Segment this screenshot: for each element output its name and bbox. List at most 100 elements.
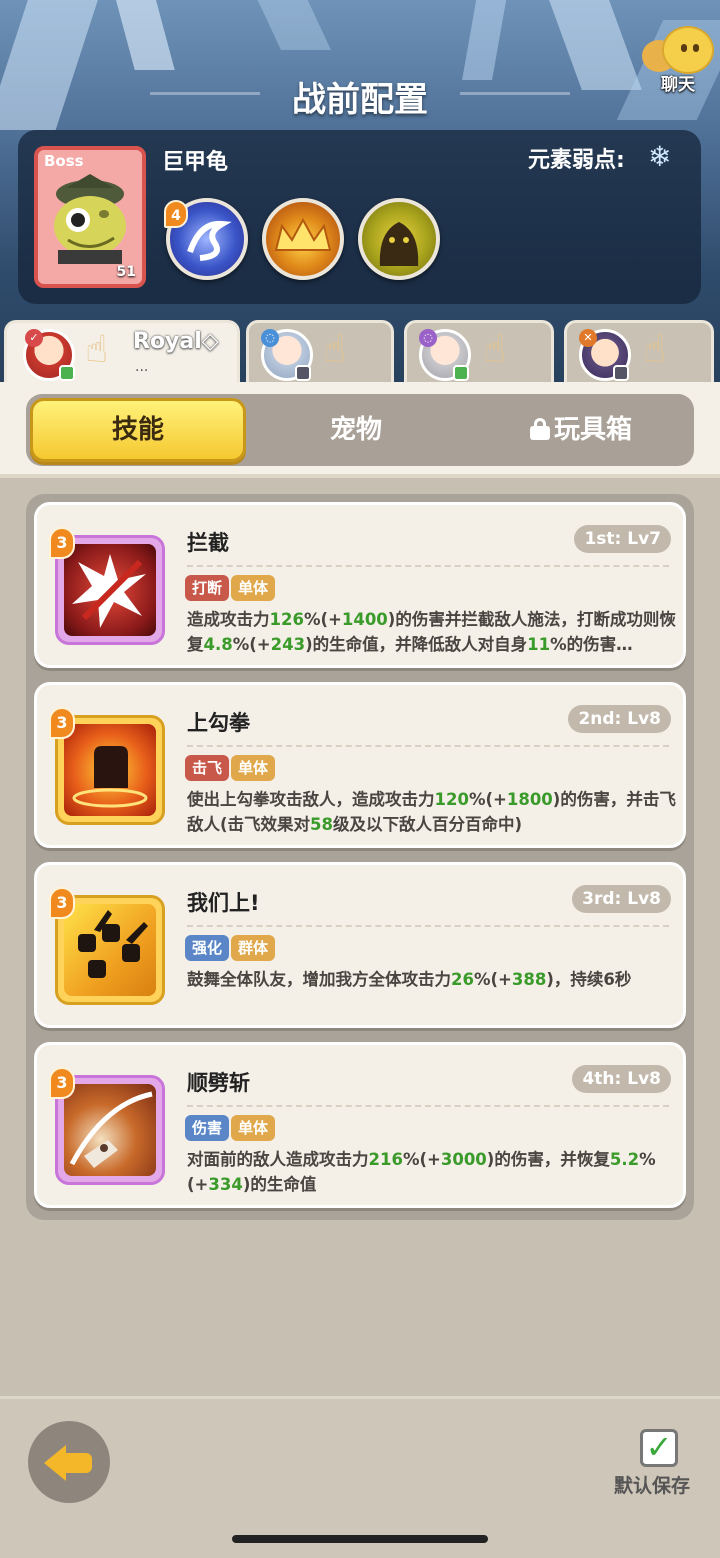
desc-text: 对面前的敌人造成攻击力	[187, 1150, 369, 1169]
highlight-value: 388	[511, 970, 547, 989]
equip-status-icon	[59, 365, 75, 381]
equip-status-icon	[295, 365, 311, 381]
desc-text: )的伤害，并恢复	[486, 1150, 610, 1169]
desc-text: %(+	[473, 970, 512, 989]
page-title: 战前配置	[292, 80, 428, 120]
home-indicator[interactable]	[232, 1535, 488, 1543]
skill-tag: 击飞	[185, 755, 230, 781]
class-badge-icon: ✕	[579, 329, 597, 347]
desc-text: %的伤害…	[550, 635, 633, 654]
skill-rank-badge: 3rd: Lv8	[572, 885, 671, 913]
highlight-value: 58	[310, 815, 334, 834]
skill-rank-badge: 2nd: Lv8	[568, 705, 671, 733]
skill-description: 造成攻击力126%(+1400)的伤害并拦截敌人施法，打断成功则恢复4.8%(+…	[187, 607, 679, 657]
crown-flame-skill-icon[interactable]	[262, 198, 344, 280]
skill-description: 鼓舞全体队友，增加我方全体攻击力26%(+388)，持续6秒	[187, 967, 679, 992]
skill-card[interactable]: 3 顺劈斩 4th: Lv8 伤害 单体 对面前的敌人造成攻击力216%(+300…	[34, 1042, 686, 1208]
hero-tab-2[interactable]: ◌ ☝	[246, 320, 394, 382]
skill-tags: 强化 群体	[185, 935, 277, 961]
class-badge-icon: ◌	[261, 329, 279, 347]
skill-tag: 强化	[185, 935, 230, 961]
highlight-value: 243	[270, 635, 306, 654]
skill-tags: 伤害 单体	[185, 1115, 277, 1141]
equip-status-icon	[453, 365, 469, 381]
skill-card[interactable]: 3 拦截 1st: Lv7 打断 单体 造成攻击力126%(+1400)的伤害并拦…	[34, 502, 686, 668]
chat-button[interactable]: 聊天	[636, 22, 720, 96]
skill-tag: 伤害	[185, 1115, 230, 1141]
boss-tag: Boss	[44, 152, 84, 170]
skill-level-badge: 3	[49, 887, 75, 919]
tab-pets[interactable]: 宠物	[256, 398, 456, 462]
skill-card[interactable]: 3 上勾拳 2nd: Lv8 击飞 单体 使出上勾拳攻击敌人，造成攻击力120%(…	[34, 682, 686, 848]
hero-tab-4[interactable]: ✕ ☝	[564, 320, 714, 382]
skill-level-badge: 3	[49, 1067, 75, 1099]
back-arrow-icon	[44, 1445, 66, 1481]
desc-text: )的生命值，并降低敌人对自身	[305, 635, 528, 654]
desc-text: %(+	[468, 790, 507, 809]
hero-more-dots: ...	[135, 359, 149, 375]
desc-text: 使出上勾拳攻击敌人，造成攻击力	[187, 790, 435, 809]
skill-level-badge: 4	[164, 200, 188, 228]
pointing-hand-icon: ☝	[323, 327, 347, 371]
default-save-checkbox[interactable]: ✓	[640, 1429, 678, 1467]
back-arrow-tail	[64, 1453, 92, 1473]
lock-icon	[529, 418, 550, 440]
class-badge-icon: ✓	[25, 329, 43, 347]
skill-name: 上勾拳	[187, 711, 250, 735]
skill-tag: 打断	[185, 575, 230, 601]
skill-card[interactable]: 3 我们上! 3rd: Lv8 强化 群体 鼓舞全体队友，增加我方全体攻击力26%…	[34, 862, 686, 1028]
default-save-label: 默认保存	[614, 1475, 691, 1497]
slash-burst-icon	[64, 544, 156, 636]
boss-portrait-card[interactable]: Boss 51	[34, 146, 146, 288]
skill-tag: 单体	[231, 755, 276, 781]
highlight-value: 11	[527, 635, 551, 654]
hero-name: Royal◇	[133, 329, 219, 354]
class-badge-icon: ◌	[419, 329, 437, 347]
skill-name: 我们上!	[187, 891, 260, 915]
highlight-value: 216	[368, 1150, 403, 1169]
chat-bubble-icon	[662, 26, 714, 74]
desc-text: 鼓舞全体队友，增加我方全体攻击力	[187, 970, 451, 989]
skill-tag: 群体	[231, 935, 276, 961]
highlight-value: 334	[208, 1175, 243, 1194]
tab-bar-area: 技能 宠物 玩具箱	[0, 382, 720, 478]
turtle-boss-icon	[54, 174, 126, 264]
divider	[187, 565, 669, 567]
equip-status-icon	[613, 365, 629, 381]
desc-text: 造成攻击力	[187, 610, 270, 629]
divider	[187, 745, 669, 747]
desc-text: )，持续6秒	[546, 970, 632, 989]
hero-tab-3[interactable]: ◌ ☝	[404, 320, 554, 382]
highlight-value: 120	[434, 790, 469, 809]
team-rally-icon	[64, 904, 156, 996]
highlight-value: 3000	[440, 1150, 487, 1169]
tab-skills[interactable]: 技能	[30, 398, 246, 462]
tab-toybox-label: 玩具箱	[553, 415, 632, 445]
tab-toybox[interactable]: 玩具箱	[476, 398, 686, 462]
back-button[interactable]	[28, 1421, 110, 1503]
pointing-hand-icon: ☝	[85, 327, 109, 371]
divider	[187, 1105, 669, 1107]
fist-icon	[64, 724, 156, 816]
pointing-hand-icon: ☝	[483, 327, 507, 371]
desc-text: )的生命值	[242, 1175, 317, 1194]
boss-info-panel: Boss 51 巨甲龟 元素弱点: ❄ 4	[18, 130, 701, 304]
skill-tags: 打断 单体	[185, 575, 277, 601]
skill-tag: 单体	[231, 575, 276, 601]
hero-tab-royal[interactable]: ✓ ☝ Royal◇ ...	[4, 320, 240, 382]
desc-text: 级及以下敌人百分百命中)	[333, 815, 523, 834]
beast-silhouette-skill-icon[interactable]	[358, 198, 440, 280]
boss-name: 巨甲龟	[162, 150, 229, 175]
boss-level: 51	[116, 264, 136, 280]
ice-crystal	[462, 0, 508, 80]
bottom-bar: ✓ 默认保存	[0, 1396, 720, 1558]
highlight-value: 126	[269, 610, 304, 629]
highlight-value: 5.2	[609, 1150, 640, 1169]
skill-tag: 单体	[231, 1115, 276, 1141]
ice-crystal	[105, 0, 175, 70]
desc-text: %(+	[232, 635, 271, 654]
segmented-tabs: 技能 宠物 玩具箱	[26, 394, 694, 466]
desc-text: %(+	[303, 610, 342, 629]
highlight-value: 26	[451, 970, 474, 989]
skill-description: 使出上勾拳攻击敌人，造成攻击力120%(+1800)的伤害，并击飞敌人(击飞效果…	[187, 787, 679, 837]
